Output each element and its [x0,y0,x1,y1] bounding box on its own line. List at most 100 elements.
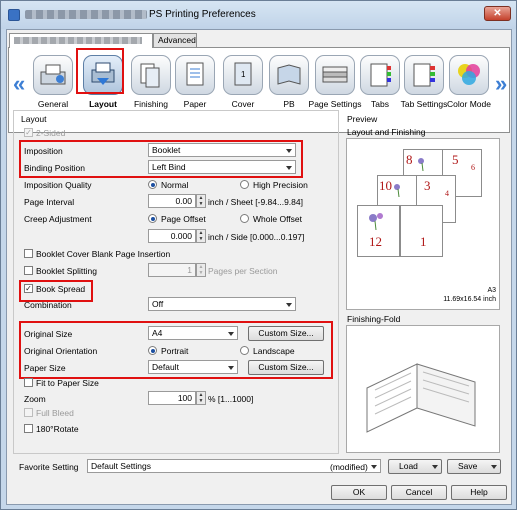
highlight-size-settings [19,321,333,379]
tabs-icon [360,55,400,95]
cancel-button[interactable]: Cancel [391,485,447,500]
preview-page-number: 4 [445,189,449,198]
svg-text:1: 1 [241,70,246,79]
toolbar-label: General [37,99,69,109]
creep-whole-offset-label: Whole Offset [253,214,302,224]
blank-page-insertion-checkbox[interactable] [24,249,33,258]
close-button[interactable]: ✕ [484,6,511,21]
finishing-fold-preview [346,325,500,453]
finishing-icon [131,55,171,95]
preview-paper-dimension: 11.69x16.54 inch [443,296,496,303]
tab-printer[interactable] [9,33,153,48]
booklet-splitting-checkbox[interactable] [24,266,33,275]
layout-preview: 8 5 6 10 3 4 12 1 A3 11.69x16.54 inch [346,138,500,310]
fit-to-paper-checkbox[interactable] [24,378,33,387]
help-button[interactable]: Help [451,485,507,500]
chevron-down-icon [432,465,438,469]
cover-icon: 1 [223,55,263,95]
page-settings-icon [315,55,355,95]
full-bleed-checkbox[interactable] [24,408,33,417]
preview-page-number: 6 [471,163,475,172]
quality-high-label: High Precision [253,180,308,190]
combination-label: Combination [24,300,72,310]
flower-image-icon [394,184,400,198]
tab-settings-icon [404,55,444,95]
pages-per-section-unit: Pages per Section [208,266,278,276]
redacted-printer-name [25,10,147,19]
zoom-unit: % [1...1000] [208,394,254,404]
printing-preferences-window: PS Printing Preferences ✕ Advanced « » G… [0,0,517,510]
page-interval-unit: inch / Sheet [-9.84...9.84] [208,197,303,207]
combination-value: Off [152,299,164,309]
redacted-tab-name [14,37,142,45]
highlight-layout [76,48,124,94]
chevron-down-icon [491,465,497,469]
creep-page-offset-label: Page Offset [161,214,206,224]
page-interval-spinner[interactable]: ▲ ▼ [196,194,206,208]
ok-button[interactable]: OK [331,485,387,500]
toolbar-label: Color Mode [447,99,491,109]
imposition-quality-label: Imposition Quality [24,180,92,190]
zoom-input[interactable]: 100 [148,391,196,405]
preview-paper-size: A3 [487,287,496,294]
title-bar: PS Printing Preferences ✕ [1,1,516,29]
fit-to-paper-label: Fit to Paper Size [36,378,99,388]
pb-icon [269,55,309,95]
dropdown-arrow-icon [371,465,377,469]
preview-page-number: 3 [424,178,431,193]
zoom-label: Zoom [24,394,46,404]
creep-whole-offset-radio[interactable] [240,214,249,223]
save-button[interactable]: Save [447,459,501,474]
flower-image-icon [418,158,424,172]
highlight-book-spread [19,280,93,302]
folded-booklet-icon [366,363,476,433]
general-icon [33,55,73,95]
rotate-180-checkbox[interactable] [24,424,33,433]
paper-icon [175,55,215,95]
window-title: PS Printing Preferences [149,9,256,20]
preview-page-number: 12 [369,234,382,249]
load-button[interactable]: Load [388,459,442,474]
load-button-label: Load [399,461,418,471]
two-sided-label: 2-Sided [36,128,66,138]
pages-per-section-spinner[interactable]: ▲ ▼ [196,263,206,277]
favorite-setting-select[interactable]: Default Settings (modified) [87,459,381,473]
tab-advanced[interactable]: Advanced [153,33,197,47]
printer-icon [8,9,20,21]
quality-high-radio[interactable] [240,180,249,189]
finishing-fold-title: Finishing-Fold [347,314,401,324]
booklet-splitting-label: Booklet Splitting [36,266,97,276]
zoom-spinner[interactable]: ▲ ▼ [196,391,206,405]
combination-select[interactable]: Off [148,297,296,311]
creep-adjustment-label: Creep Adjustment [24,214,92,224]
creep-unit: inch / Side [0.000...0.197] [208,232,305,242]
page-interval-input[interactable]: 0.00 [148,194,196,208]
creep-value-spinner[interactable]: ▲ ▼ [196,229,206,243]
highlight-imposition [19,140,303,178]
layout-finishing-title: Layout and Finishing [347,127,426,137]
dialog-body: Advanced « » General Layout Finishing Pa… [6,29,512,505]
preview-title: Preview [347,114,378,124]
color-mode-icon [449,55,489,95]
full-bleed-label: Full Bleed [36,408,74,418]
pages-per-section-input[interactable]: 1 [148,263,196,277]
two-sided-checkbox[interactable]: ✓ [24,128,33,137]
save-button-label: Save [458,461,478,471]
favorite-setting-value: Default Settings [91,461,152,471]
quality-normal-radio[interactable] [148,180,157,189]
layout-group-title: Layout [21,114,47,124]
creep-page-offset-radio[interactable] [148,214,157,223]
scroll-left-icon[interactable]: « [13,71,25,97]
page-interval-label: Page Interval [24,197,75,207]
flower-image-icon [369,213,383,231]
rotate-180-label: 180°Rotate [36,424,79,434]
toolbar-color-mode[interactable]: Color Mode [441,50,497,130]
dropdown-arrow-icon [286,303,292,307]
creep-value-input[interactable]: 0.000 [148,229,196,243]
preview-page-number: 1 [420,234,427,249]
favorite-modified-text: (modified) [330,462,368,472]
blank-page-insertion-label: Booklet Cover Blank Page Insertion [36,249,171,259]
favorite-setting-label: Favorite Setting [19,462,79,472]
quality-normal-label: Normal [161,180,189,190]
preview-page-number: 5 [452,152,459,167]
